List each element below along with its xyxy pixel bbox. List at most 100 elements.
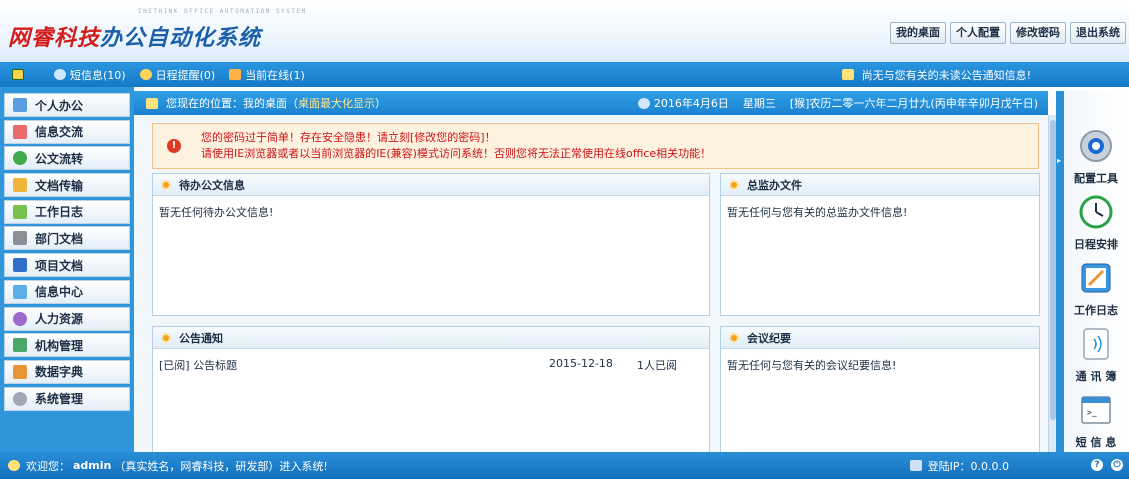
list-item[interactable]: [已阅] 公告标题 2015-12-18 1人已阅	[159, 357, 703, 373]
warning-icon: !	[167, 139, 181, 153]
address-book-tool[interactable]: 通 讯 簿	[1064, 327, 1128, 384]
address-book-icon	[1083, 328, 1109, 360]
sms-count: 短信息(10)	[70, 68, 126, 82]
sidebar-item-label: 项目文档	[35, 258, 84, 273]
schedule-tool[interactable]: 日程安排	[1064, 195, 1128, 252]
tool-label: 短 信 息	[1075, 436, 1117, 449]
message-window-icon: >_	[1081, 396, 1111, 424]
lunar-date: [猴]农历二零一六年二月廿九(丙申年辛卯月戊午日)	[789, 97, 1038, 110]
panel-header[interactable]: 会议纪要	[721, 327, 1039, 349]
welcome-suffix: （真实姓名，网睿科技，研发部）进入系统!	[114, 459, 328, 473]
main-scrollbar[interactable]	[1048, 115, 1056, 452]
logout-button[interactable]: 退出系统	[1070, 22, 1126, 44]
footer-actions: ? ⏻	[1091, 459, 1123, 471]
sms-link[interactable]: 短信息(10)	[54, 67, 126, 83]
human-resources-icon	[13, 311, 27, 326]
breadcrumb: 您现在的位置：我的桌面（ 桌面最大化显示）	[134, 95, 386, 111]
eye-icon	[637, 97, 650, 109]
info-bar: 短信息(10) 日程提醒(0) 当前在线(1) 尚无与您有关的未读公告通知信息!	[0, 62, 1129, 87]
logo-company: 网睿科技	[8, 25, 101, 51]
login-ip-text: 登陆IP：0.0.0.0	[927, 459, 1009, 473]
notice-text: 尚无与您有关的未读公告通知信息!	[861, 68, 1031, 82]
date-info: 2016年4月6日 星期三 [猴]农历二零一六年二月廿九(丙申年辛卯月戊午日)	[637, 91, 1038, 115]
user-icon	[8, 460, 20, 471]
message-icon	[54, 69, 66, 80]
tool-label: 日程安排	[1074, 238, 1118, 251]
panel-body: 暂无任何与您有关的会议纪要信息!	[727, 359, 897, 372]
home-icon[interactable]	[12, 69, 24, 80]
current-date: 2016年4月6日	[653, 97, 729, 110]
sidebar-item-personal-office[interactable]: 个人办公	[4, 93, 130, 117]
date-group: 2016年4月6日	[637, 95, 729, 111]
sidebar-item-system-admin[interactable]: 系统管理	[4, 386, 130, 411]
sidebar-item-project-docs[interactable]: 项目文档	[4, 253, 130, 278]
data-dictionary-icon	[13, 364, 27, 379]
sidebar-item-label: 信息中心	[35, 285, 84, 300]
panel-title: 公告通知	[179, 331, 223, 345]
pending-docs-panel: 待办公文信息 暂无任何待办公文信息!	[152, 173, 710, 316]
my-desktop-button[interactable]: 我的桌面	[890, 22, 946, 44]
notice-date: 2015-12-18	[549, 357, 613, 370]
panel-header[interactable]: 待办公文信息	[153, 174, 709, 196]
status-bar: 欢迎您： admin （真实姓名，网睿科技，研发部）进入系统! 登陆IP：0.0.0…	[0, 452, 1129, 479]
maximize-desktop-link[interactable]: 桌面最大化显示	[298, 95, 375, 111]
personal-office-icon	[13, 98, 27, 112]
alert-line-2: 请使用IE浏览器或者以当前浏览器的IE(兼容)模式访问系统！否则您将无法正常使用…	[201, 147, 712, 160]
panel-body: [已阅] 公告标题 2015-12-18 1人已阅	[153, 349, 709, 381]
sidebar-item-data-dictionary[interactable]: 数据字典	[4, 359, 130, 384]
logo-system: 办公自动化系统	[100, 25, 262, 51]
app-logo: 网睿科技办公自动化系统	[8, 20, 261, 52]
online-link[interactable]: 当前在线(1)	[229, 67, 305, 83]
shield-icon	[909, 460, 922, 471]
work-log-tool[interactable]: 工作日志	[1064, 261, 1128, 318]
desktop-main: ! 您的密码过于简单！存在安全隐患！请立刻[修改您的密码]！ 请使用IE浏览器或…	[134, 115, 1048, 452]
change-password-button[interactable]: 修改密码	[1010, 22, 1066, 44]
bullet-icon	[729, 332, 739, 343]
sidebar-item-organization[interactable]: 机构管理	[4, 333, 130, 358]
organization-icon	[13, 338, 27, 353]
sidebar-item-label: 人力资源	[35, 312, 84, 326]
power-icon[interactable]: ⏻	[1111, 459, 1123, 471]
schedule-count: 日程提醒(0)	[155, 68, 216, 82]
sms-tool[interactable]: >_ 短 信 息	[1064, 393, 1128, 450]
quick-tools: ▸ 配置工具 日程安排 工作日志 通 讯 簿 >_ 短 信 息	[1056, 91, 1129, 452]
panel-header[interactable]: 公告通知	[153, 327, 709, 349]
notice-title[interactable]: [已阅] 公告标题	[159, 357, 237, 373]
bullet-icon	[161, 332, 171, 343]
gear-icon	[13, 391, 27, 406]
department-docs-icon	[13, 231, 27, 246]
alert-line-1[interactable]: 您的密码过于简单！存在安全隐患！请立刻[修改您的密码]！	[201, 130, 1038, 146]
sidebar-item-file-transfer[interactable]: 文档传输	[4, 173, 130, 198]
sidebar-item-department-docs[interactable]: 部门文档	[4, 226, 130, 251]
sidebar: 个人办公 信息交流 公文流转 文档传输 工作日志 部门文档 项目文档 信息中心 …	[0, 87, 134, 452]
location-suffix: ）	[375, 97, 386, 110]
password-alert: ! 您的密码过于简单！存在安全隐患！请立刻[修改您的密码]！ 请使用IE浏览器或…	[152, 123, 1039, 169]
notice-message[interactable]: 尚无与您有关的未读公告通知信息!	[841, 62, 1031, 87]
info-center-icon	[13, 284, 27, 299]
panel-body: 暂无任何待办公文信息!	[159, 206, 274, 219]
announcement-panel: 公告通知 [已阅] 公告标题 2015-12-18 1人已阅	[152, 326, 710, 452]
personal-settings-button[interactable]: 个人配置	[950, 22, 1006, 44]
sidebar-item-human-resources[interactable]: 人力资源	[4, 306, 130, 331]
location-bar: 您现在的位置：我的桌面（ 桌面最大化显示） 2016年4月6日 星期三 [猴]农历…	[134, 91, 1048, 115]
panel-title: 会议纪要	[747, 331, 791, 345]
sidebar-item-label: 机构管理	[35, 338, 84, 353]
panel-body: 暂无任何与您有关的总监办文件信息!	[727, 206, 908, 219]
sidebar-item-document-flow[interactable]: 公文流转	[4, 146, 130, 171]
sidebar-item-info-exchange[interactable]: 信息交流	[4, 119, 130, 144]
meeting-minutes-panel: 会议纪要 暂无任何与您有关的会议纪要信息!	[720, 326, 1040, 452]
panel-title: 总监办文件	[747, 178, 802, 192]
sidebar-item-info-center[interactable]: 信息中心	[4, 279, 130, 304]
panel-header[interactable]: 总监办文件	[721, 174, 1039, 196]
collapse-toggle[interactable]: ▸	[1056, 91, 1064, 452]
schedule-link[interactable]: 日程提醒(0)	[139, 67, 216, 83]
sidebar-item-work-log[interactable]: 工作日志	[4, 199, 130, 224]
config-tool[interactable]: 配置工具	[1064, 129, 1128, 186]
pencil-note-icon	[1081, 263, 1111, 293]
online-users-icon	[229, 69, 242, 80]
help-icon[interactable]: ?	[1091, 459, 1103, 471]
tool-label: 通 讯 簿	[1075, 370, 1117, 383]
sidebar-item-label: 系统管理	[35, 392, 84, 407]
weekday: 星期三	[742, 97, 776, 110]
login-ip: 登陆IP：0.0.0.0	[909, 452, 1009, 479]
